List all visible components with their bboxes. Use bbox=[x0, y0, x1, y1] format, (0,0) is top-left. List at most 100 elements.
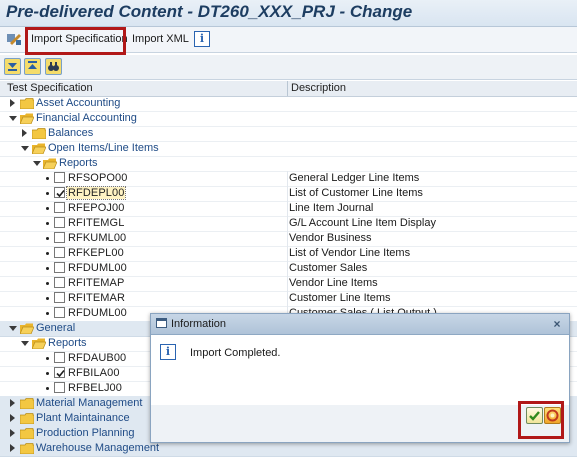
column-separator bbox=[287, 186, 288, 201]
report-description: Vendor Line Items bbox=[289, 277, 378, 289]
column-separator bbox=[287, 261, 288, 276]
expand-arrow-icon[interactable] bbox=[10, 414, 15, 422]
node-label: Open Items/Line Items bbox=[48, 142, 159, 154]
dialog-title: Information bbox=[171, 318, 227, 330]
tree-node-asset-accounting[interactable]: Asset Accounting bbox=[0, 96, 577, 112]
bullet-icon bbox=[46, 252, 49, 255]
info-icon[interactable]: i bbox=[194, 31, 210, 47]
list-item[interactable]: RFITEMAP Vendor Line Items bbox=[0, 276, 577, 292]
checkbox[interactable] bbox=[54, 232, 65, 243]
list-item[interactable]: RFDEPL00 List of Customer Line Items bbox=[0, 186, 577, 202]
checkbox[interactable] bbox=[54, 292, 65, 303]
column-separator bbox=[287, 201, 288, 216]
find-button[interactable] bbox=[45, 58, 62, 75]
checkbox[interactable] bbox=[54, 277, 65, 288]
tree-node-financial-accounting[interactable]: Financial Accounting bbox=[0, 111, 577, 127]
report-description: Vendor Business bbox=[289, 232, 372, 244]
window-title: Pre-delivered Content - DT260_XXX_PRJ - … bbox=[6, 2, 413, 21]
list-item[interactable]: RFDUML00 Customer Sales bbox=[0, 261, 577, 277]
highlight-import-specification bbox=[25, 27, 126, 55]
expand-arrow-icon[interactable] bbox=[10, 429, 15, 437]
node-label: Reports bbox=[48, 337, 87, 349]
checkbox[interactable] bbox=[54, 262, 65, 273]
execute-settings-icon[interactable] bbox=[6, 31, 22, 47]
collapse-arrow-icon[interactable] bbox=[9, 116, 17, 121]
information-dialog: Information × i Import Completed. bbox=[150, 313, 570, 443]
header-description[interactable]: Description bbox=[291, 82, 346, 94]
header-separator[interactable] bbox=[287, 81, 288, 96]
expand-arrow-icon[interactable] bbox=[10, 444, 15, 452]
node-label: Plant Maintainance bbox=[36, 412, 130, 424]
column-header-row: Test Specification Description bbox=[0, 81, 577, 97]
tree-node-open-items[interactable]: Open Items/Line Items bbox=[0, 141, 577, 157]
bullet-icon bbox=[46, 207, 49, 210]
bullet-icon bbox=[46, 237, 49, 240]
binoculars-icon bbox=[48, 62, 59, 71]
checkbox[interactable] bbox=[54, 247, 65, 258]
report-code: RFKUML00 bbox=[68, 232, 127, 244]
tree-toolbar bbox=[0, 55, 577, 80]
column-separator bbox=[287, 291, 288, 306]
collapse-all-button[interactable] bbox=[24, 58, 41, 75]
checkbox[interactable] bbox=[54, 352, 65, 363]
collapse-arrow-icon[interactable] bbox=[21, 146, 29, 151]
list-item[interactable]: RFITEMGL G/L Account Line Item Display bbox=[0, 216, 577, 232]
close-icon[interactable]: × bbox=[551, 318, 563, 330]
folder-icon bbox=[20, 443, 34, 454]
list-item[interactable]: RFITEMAR Customer Line Items bbox=[0, 291, 577, 307]
report-description: Line Item Journal bbox=[289, 202, 374, 214]
checkbox[interactable] bbox=[54, 382, 65, 393]
expand-all-button[interactable] bbox=[4, 58, 21, 75]
dialog-footer bbox=[151, 405, 569, 442]
report-code: RFKEPL00 bbox=[68, 247, 124, 259]
list-item[interactable]: RFSOPO00 General Ledger Line Items bbox=[0, 171, 577, 187]
expand-arrow-icon[interactable] bbox=[22, 129, 27, 137]
title-bar: Pre-delivered Content - DT260_XXX_PRJ - … bbox=[0, 0, 577, 27]
expand-arrow-icon[interactable] bbox=[10, 399, 15, 407]
dialog-body: i Import Completed. bbox=[151, 335, 569, 405]
checkbox[interactable] bbox=[54, 202, 65, 213]
dialog-titlebar[interactable]: Information × bbox=[151, 314, 569, 335]
checkbox[interactable] bbox=[54, 172, 65, 183]
checkbox-checked[interactable] bbox=[54, 187, 65, 198]
report-code: RFITEMGL bbox=[68, 217, 125, 229]
node-label: Asset Accounting bbox=[36, 97, 121, 109]
tree-node-warehouse-management[interactable]: Warehouse Management bbox=[0, 441, 577, 457]
node-label: Warehouse Management bbox=[36, 442, 160, 454]
report-description: G/L Account Line Item Display bbox=[289, 217, 436, 229]
collapse-all-icon bbox=[28, 61, 37, 69]
report-code: RFBELJ00 bbox=[68, 382, 122, 394]
column-separator bbox=[287, 171, 288, 186]
collapse-arrow-icon[interactable] bbox=[21, 341, 29, 346]
report-code: RFITEMAR bbox=[68, 292, 126, 304]
report-description: List of Customer Line Items bbox=[289, 187, 423, 199]
bullet-icon bbox=[46, 357, 49, 360]
checkbox[interactable] bbox=[54, 217, 65, 228]
collapse-arrow-icon[interactable] bbox=[33, 161, 41, 166]
checkbox[interactable] bbox=[54, 307, 65, 318]
header-test-specification[interactable]: Test Specification bbox=[7, 82, 93, 94]
expand-arrow-icon[interactable] bbox=[10, 99, 15, 107]
report-code: RFITEMAP bbox=[68, 277, 125, 289]
dialog-message: Import Completed. bbox=[190, 347, 281, 359]
node-label: Financial Accounting bbox=[36, 112, 137, 124]
tree-node-balances[interactable]: Balances bbox=[0, 126, 577, 142]
list-item[interactable]: RFKEPL00 List of Vendor Line Items bbox=[0, 246, 577, 262]
checkmark-icon bbox=[56, 369, 65, 378]
window-icon bbox=[156, 318, 167, 328]
column-separator bbox=[287, 216, 288, 231]
checkbox-checked[interactable] bbox=[54, 367, 65, 378]
tree-node-reports[interactable]: Reports bbox=[0, 156, 577, 172]
open-folder-icon bbox=[32, 143, 46, 154]
list-item[interactable]: RFEPOJ00 Line Item Journal bbox=[0, 201, 577, 217]
import-xml-button[interactable]: Import XML bbox=[132, 31, 189, 47]
list-item[interactable]: RFKUML00 Vendor Business bbox=[0, 231, 577, 247]
folder-icon bbox=[20, 398, 34, 409]
bullet-icon bbox=[46, 372, 49, 375]
collapse-arrow-icon[interactable] bbox=[9, 326, 17, 331]
node-label: Balances bbox=[48, 127, 94, 139]
folder-icon bbox=[20, 428, 34, 439]
bullet-icon bbox=[46, 312, 49, 315]
expand-all-icon bbox=[8, 63, 17, 71]
open-folder-icon bbox=[20, 113, 34, 124]
